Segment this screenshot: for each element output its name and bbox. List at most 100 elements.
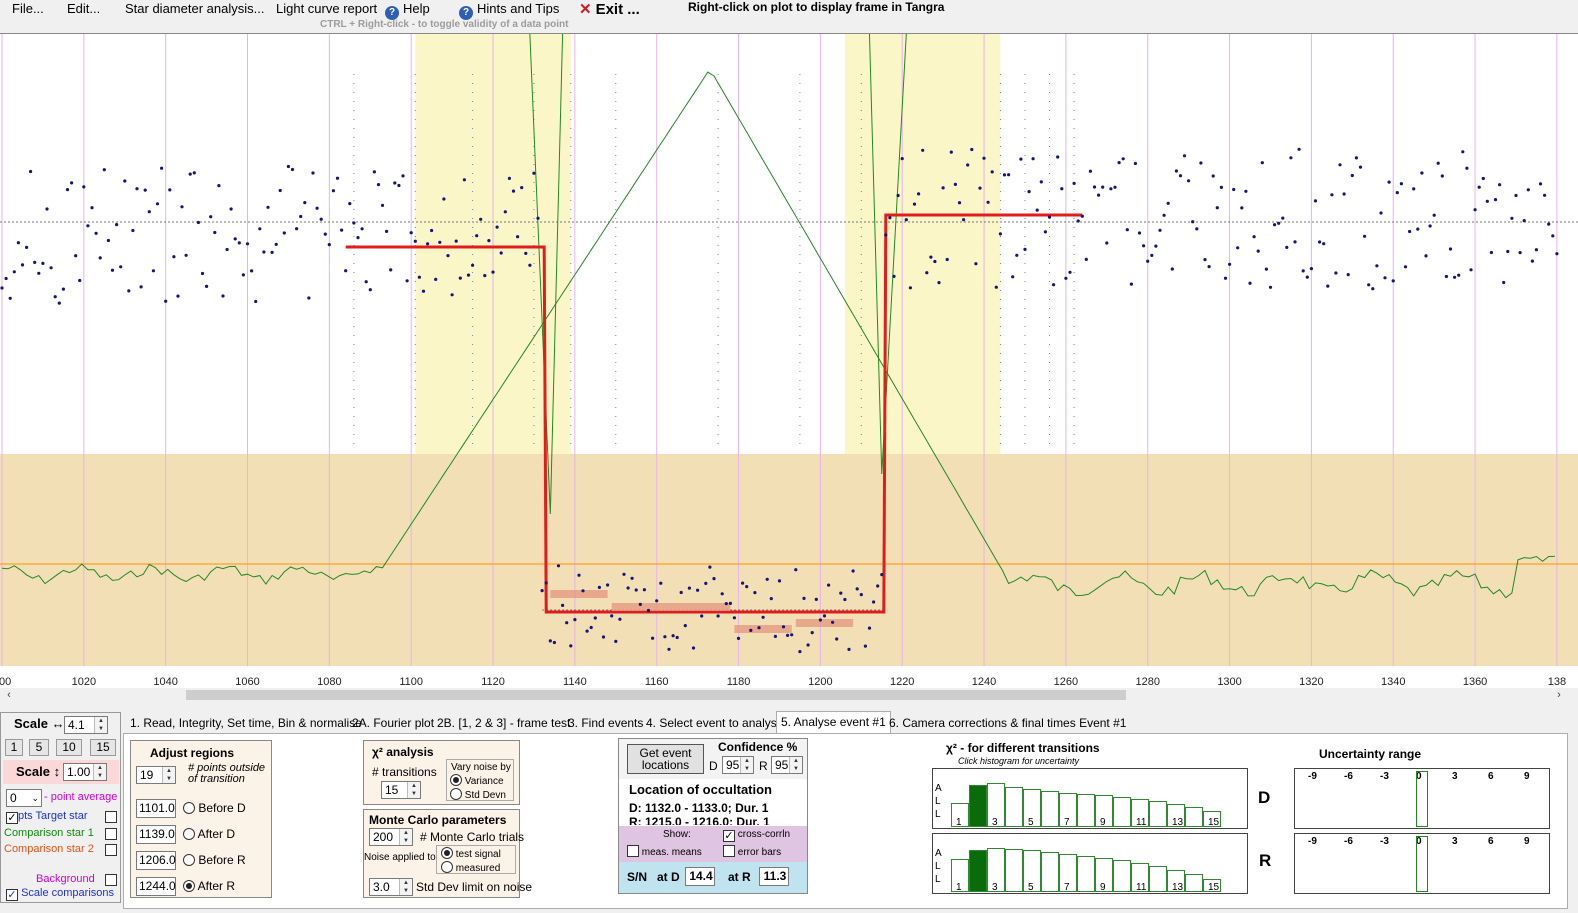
points-outside-spinner[interactable]: 19 ▲ ▼ (136, 766, 176, 784)
scroll-right-icon[interactable]: › (1552, 688, 1566, 702)
chi2-bar[interactable] (1149, 801, 1167, 827)
chi2-bar[interactable] (969, 850, 987, 892)
measured-radio[interactable]: measured (441, 861, 500, 874)
plot-scrollbar[interactable]: ‹ › (0, 688, 1578, 702)
checkbox-icon[interactable] (723, 845, 735, 857)
radio-selected-icon[interactable] (183, 880, 195, 892)
radio-icon[interactable] (183, 828, 195, 840)
chi2-bar[interactable] (969, 785, 987, 827)
error-bars-checkbox[interactable]: error bars (723, 845, 781, 858)
radio-selected-icon[interactable] (441, 847, 453, 859)
background-checkbox[interactable] (105, 874, 117, 886)
pts-checkbox[interactable]: ✓pts Target star (6, 810, 88, 824)
chi2-bar[interactable] (1113, 797, 1131, 827)
chi2-bar[interactable] (1077, 794, 1095, 827)
data-point (1080, 214, 1084, 218)
radio-icon[interactable] (441, 861, 453, 873)
chi2-bar[interactable] (1041, 852, 1059, 892)
before-r-field[interactable]: 1206.0 (136, 851, 176, 870)
scale-h-spinner[interactable]: 4.1 ▲ ▼ (64, 716, 108, 734)
after-r-radio[interactable]: After R (183, 879, 235, 893)
spinner-arrows-icon[interactable]: ▲ ▼ (740, 757, 753, 773)
target-star-checkbox[interactable] (105, 811, 117, 823)
test-signal-radio[interactable]: test signal (441, 847, 501, 860)
uncertainty-r-chart[interactable]: -9 -6 -3 0 3 6 9 (1294, 833, 1550, 894)
cross-correlation-checkbox[interactable]: ✓ cross-corrln (723, 829, 790, 842)
menu-light-curve-report[interactable]: Light curve report (276, 1, 377, 16)
checkbox-checked-icon[interactable]: ✓ (6, 889, 18, 901)
confidence-d-spinner[interactable]: 95 ▲ ▼ (722, 756, 754, 774)
preset-5-button[interactable]: 5 (29, 739, 49, 756)
variance-radio[interactable]: Variance (450, 774, 504, 787)
scroll-thumb[interactable] (186, 690, 1126, 700)
checkbox-icon[interactable] (627, 845, 639, 857)
radio-icon[interactable] (450, 788, 462, 800)
after-r-field[interactable]: 1244.0 (136, 877, 176, 896)
before-r-radio[interactable]: Before R (183, 853, 246, 867)
std-dev-limit-spinner[interactable]: 3.0 ▲ ▼ (369, 878, 413, 896)
chi2-bar[interactable] (1005, 787, 1023, 827)
spinner-arrows-icon[interactable]: ▲ ▼ (789, 757, 802, 773)
before-d-radio[interactable]: Before D (183, 801, 246, 815)
radio-selected-icon[interactable] (450, 774, 462, 786)
get-event-locations-button[interactable]: Get event locations (627, 744, 704, 774)
spinner-arrows-icon[interactable]: ▲ ▼ (407, 782, 420, 798)
menu-file[interactable]: File... (12, 1, 44, 16)
checkbox-checked-icon[interactable]: ✓ (723, 830, 735, 842)
tab-camera-corrections[interactable]: 6. Camera corrections & final times Even… (885, 713, 1130, 734)
spinner-arrows-icon[interactable]: ▲ ▼ (399, 829, 412, 845)
scroll-left-icon[interactable]: ‹ (2, 688, 16, 702)
menu-star-diameter[interactable]: Star diameter analysis... (125, 1, 264, 16)
transitions-spinner[interactable]: 15 ▲ ▼ (381, 781, 421, 799)
menu-hints[interactable]: ? Hints and Tips (459, 1, 559, 20)
comparison-star-2-checkbox[interactable] (105, 844, 117, 856)
chi2-bar[interactable] (1149, 866, 1167, 892)
menu-exit[interactable]: ✕ Exit ... (579, 0, 640, 18)
chi2-bar[interactable] (1185, 807, 1203, 827)
preset-15-button[interactable]: 15 (90, 739, 116, 756)
menu-edit[interactable]: Edit... (67, 1, 100, 16)
data-point (115, 223, 119, 227)
tab-read[interactable]: 1. Read, Integrity, Set time, Bin & norm… (126, 713, 366, 734)
chi2-bar[interactable] (1113, 860, 1131, 892)
checkbox-checked-icon[interactable]: ✓ (6, 812, 18, 824)
tab-find-events[interactable]: 3. Find events (564, 713, 647, 734)
plot-canvas[interactable]: 000 1020 1040 1060 1080 1100 1120 1140 1160 1180 1… (0, 34, 1578, 689)
spinner-arrows-icon[interactable]: ▲ ▼ (162, 767, 175, 783)
light-curve-plot[interactable]: 000 1020 1040 1060 1080 1100 1120 1140 1160 1180 1… (0, 33, 1578, 688)
tab-analyse-event[interactable]: 5. Analyse event #1 (776, 711, 891, 734)
point-average-select[interactable]: 0 ⌄ (6, 789, 42, 807)
scale-comparisons-checkbox[interactable]: ✓ Scale comparisons (6, 887, 114, 901)
comparison-star-1-checkbox[interactable] (105, 828, 117, 840)
control-area: Scale ↔ 4.1 ▲ ▼ 1 5 10 15 Scale ↕ 1.00 ▲ ▼ 0… (0, 702, 1578, 913)
data-point (1088, 169, 1092, 173)
menu-help[interactable]: ? Help (385, 1, 430, 20)
spinner-arrows-icon[interactable]: ▲ ▼ (399, 879, 412, 895)
chi2-bar[interactable] (1077, 856, 1095, 892)
chi2-histogram-d[interactable]: A L L 1 3 5 7 9 11 13 15 (932, 768, 1248, 829)
tab-frame-test[interactable]: 2B. [1, 2 & 3] - frame test (433, 713, 574, 734)
tab-fourier[interactable]: 2A. Fourier plot (348, 713, 438, 734)
chi2-bar[interactable] (1185, 874, 1203, 892)
data-point (781, 625, 786, 629)
chi2-bar[interactable] (1041, 791, 1059, 827)
radio-icon[interactable] (183, 854, 195, 866)
std-devn-radio[interactable]: Std Devn (450, 788, 506, 801)
after-d-field[interactable]: 1139.0 (136, 825, 176, 844)
confidence-r-spinner[interactable]: 95 ▲ ▼ (771, 756, 803, 774)
spinner-arrows-icon[interactable]: ▲ ▼ (93, 764, 106, 780)
preset-10-button[interactable]: 10 (56, 739, 82, 756)
spinner-arrows-icon[interactable]: ▲ ▼ (94, 717, 107, 733)
monte-carlo-trials-spinner[interactable]: 200 ▲ ▼ (369, 828, 413, 846)
radio-icon[interactable] (183, 802, 195, 814)
after-d-radio[interactable]: After D (183, 827, 235, 841)
chi2-histogram-r[interactable]: A L L 1 3 5 7 9 11 13 15 (932, 833, 1248, 894)
meas-means-checkbox[interactable]: meas. means (627, 845, 702, 858)
uncertainty-label: 6 (1488, 836, 1494, 847)
preset-1-button[interactable]: 1 (5, 739, 23, 756)
tab-select-event[interactable]: 4. Select event to analyse (642, 713, 787, 734)
before-d-field[interactable]: 1101.0 (136, 799, 176, 818)
chi2-bar[interactable] (1005, 849, 1023, 892)
scale-v-spinner[interactable]: 1.00 ▲ ▼ (63, 763, 107, 781)
uncertainty-d-chart[interactable]: -9 -6 -3 0 3 6 9 (1294, 768, 1550, 829)
